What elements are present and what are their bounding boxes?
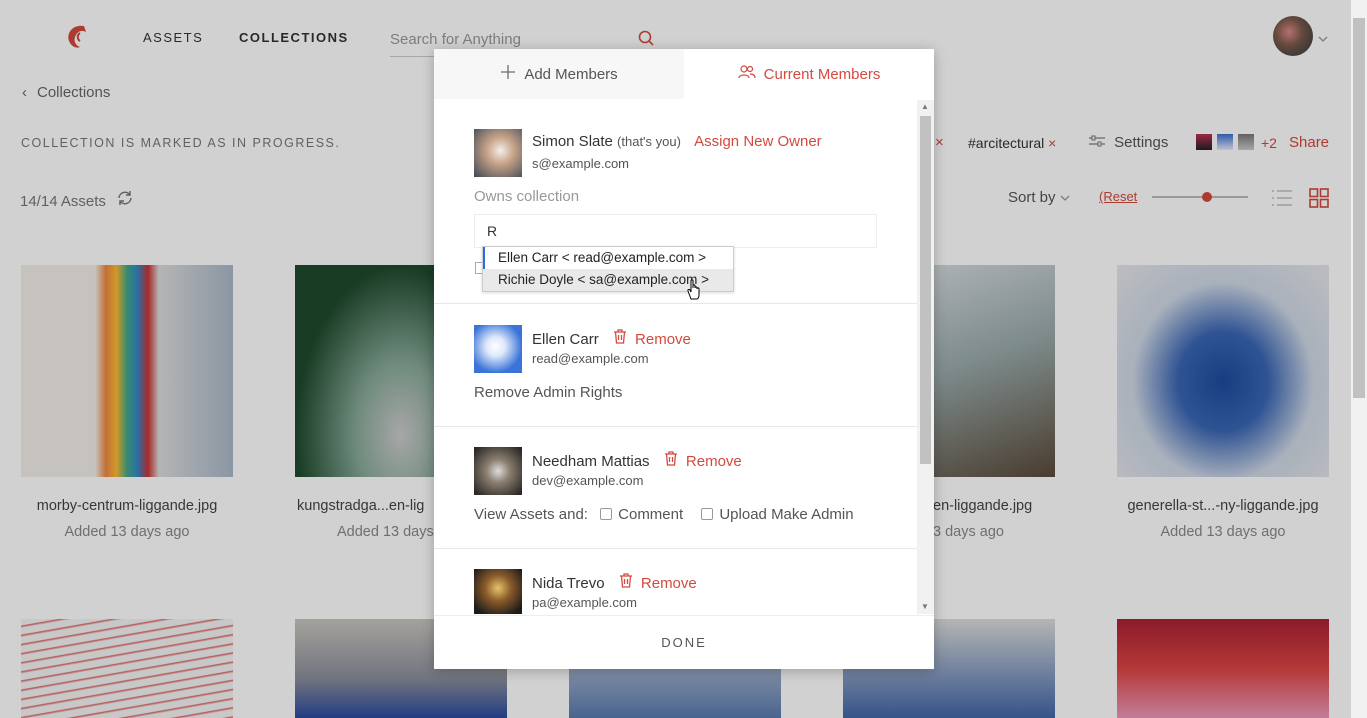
upload-checkbox[interactable] — [701, 508, 714, 520]
tab-current-members[interactable]: Current Members — [684, 49, 934, 99]
plus-icon — [500, 64, 516, 84]
modal-scrollbar[interactable]: ▲ ▼ — [917, 100, 934, 614]
owner-name-text: Simon Slate — [532, 133, 613, 150]
done-button[interactable]: DONE — [434, 615, 934, 669]
avatar — [474, 447, 522, 495]
new-owner-field[interactable] — [474, 214, 877, 248]
member-name-line: Nida Trevo Remove — [532, 573, 697, 592]
member-name: Ellen Carr — [532, 331, 599, 348]
comment-label[interactable]: Comment — [618, 506, 683, 523]
assign-owner-button[interactable]: Assign New Owner — [694, 133, 822, 150]
trash-icon[interactable] — [613, 329, 627, 348]
trash-icon[interactable] — [664, 451, 678, 470]
member-name: Needham Mattias — [532, 453, 650, 470]
members-list: Simon Slate (that's you) Assign New Owne… — [434, 100, 934, 614]
remove-member-button[interactable]: Remove — [686, 453, 742, 470]
modal-scrollbar-thumb[interactable] — [920, 116, 931, 464]
member-email: read@example.com — [532, 351, 649, 366]
scroll-down-icon[interactable]: ▼ — [921, 602, 929, 611]
trash-icon[interactable] — [619, 573, 633, 592]
owner-name: Simon Slate (that's you) Assign New Owne… — [532, 133, 822, 150]
owner-row: Simon Slate (that's you) Assign New Owne… — [434, 100, 917, 304]
member-row: Nida Trevo Remove pa@example.com — [434, 549, 917, 614]
owner-role: Owns collection — [474, 188, 580, 205]
avatar — [474, 325, 522, 373]
avatar — [474, 569, 522, 614]
member-row: Ellen Carr Remove read@example.com Remov… — [434, 305, 917, 427]
suggestion-item[interactable]: Ellen Carr < read@example.com > — [483, 247, 733, 269]
members-modal: Add Members Current Members Simon Slate … — [434, 49, 934, 669]
new-owner-input[interactable] — [475, 215, 876, 247]
users-icon — [738, 65, 756, 83]
page-scrollbar-thumb[interactable] — [1353, 18, 1365, 398]
cursor-hand-icon — [686, 278, 704, 305]
member-row: Needham Mattias Remove dev@example.com V… — [434, 427, 917, 549]
remove-member-button[interactable]: Remove — [635, 331, 691, 348]
member-email: dev@example.com — [532, 473, 644, 488]
modal-tabs: Add Members Current Members — [434, 49, 934, 99]
scroll-up-icon[interactable]: ▲ — [921, 102, 929, 111]
view-assets-label: View Assets and: — [474, 506, 588, 523]
make-admin-button[interactable]: Make Admin — [771, 506, 854, 523]
remove-member-button[interactable]: Remove — [641, 575, 697, 592]
member-email: pa@example.com — [532, 595, 637, 610]
permissions-row: View Assets and: Comment Upload Make Adm… — [474, 506, 854, 523]
owner-email: s@example.com — [532, 156, 630, 171]
member-name-line: Ellen Carr Remove — [532, 329, 691, 348]
tab-current-label: Current Members — [763, 65, 881, 83]
member-name-line: Needham Mattias Remove — [532, 451, 742, 470]
remove-admin-rights-button[interactable]: Remove Admin Rights — [474, 384, 622, 401]
tab-add-members[interactable]: Add Members — [434, 49, 684, 99]
tab-add-label: Add Members — [524, 65, 618, 83]
avatar — [474, 129, 522, 177]
owner-you-label: (that's you) — [617, 134, 681, 149]
comment-checkbox[interactable] — [600, 508, 613, 520]
member-name: Nida Trevo — [532, 575, 605, 592]
upload-label[interactable]: Upload — [719, 506, 767, 523]
